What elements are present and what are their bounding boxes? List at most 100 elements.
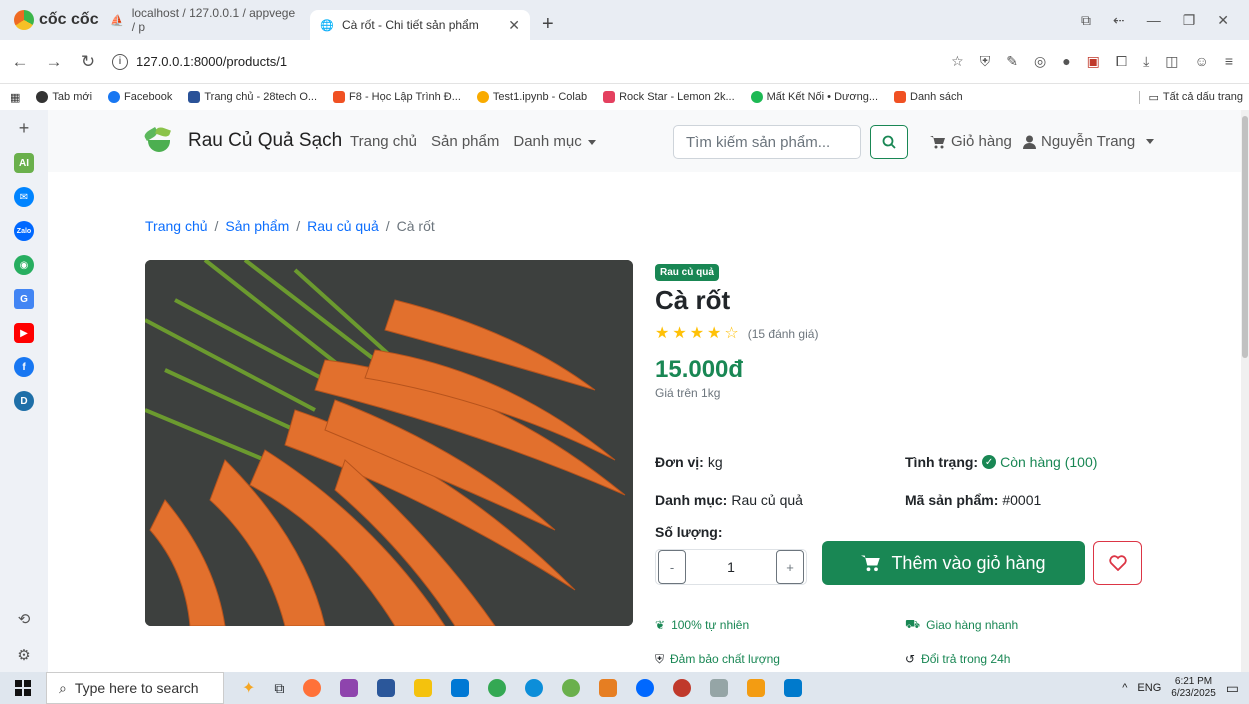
add-to-cart-button[interactable]: Thêm vào giỏ hàng [822,541,1085,585]
add-icon[interactable]: + [19,118,30,139]
category-value: Rau củ quả [731,492,803,508]
bookmark-item[interactable]: Facebook [108,91,172,103]
url-field[interactable]: i 127.0.0.1:8000/products/1 [112,53,937,70]
brush-icon[interactable] [710,679,729,697]
product-info-grid: Đơn vị: kg Tình trạng: ✓ Còn hàng (100) Dan… [655,443,1155,519]
compass-icon[interactable]: ◎ [1034,53,1046,70]
increase-button[interactable]: + [776,550,804,584]
messenger-icon[interactable]: ✉ [14,187,34,207]
back-list-icon[interactable]: ⇠ [1113,12,1125,29]
feature-text: Đổi trả trong 24h [921,652,1011,666]
close-tab-icon[interactable]: ✕ [508,17,520,34]
quantity-input[interactable]: 1 [688,559,774,575]
breadcrumb-separator: / [385,218,390,234]
nav-categories-dropdown[interactable]: Danh mục [513,133,596,150]
language-indicator[interactable]: ENG [1137,682,1161,694]
feature-text: Giao hàng nhanh [926,618,1019,632]
store-icon[interactable] [451,679,470,697]
new-tab-button[interactable]: + [530,13,566,36]
chevron-up-icon[interactable]: ^ [1122,682,1127,694]
back-icon[interactable]: ← [10,52,30,72]
cart-link[interactable]: Giỏ hàng [930,133,1012,150]
bookmark-item[interactable]: Trang chủ - 28tech O... [188,91,317,103]
browser-sidebar: + AI ✉ Zalo ◉ G ▶ f D ⟲ ⚙ [0,110,48,672]
site-info-icon[interactable]: i [112,53,128,70]
close-window-button[interactable]: ✕ [1217,12,1229,29]
notification-icon[interactable]: ▭ [1226,680,1239,697]
minimize-button[interactable]: — [1147,12,1161,29]
breadcrumb-category[interactable]: Rau củ quả [307,218,379,234]
bookmark-item[interactable]: Mất Kết Nối • Dương... [750,91,878,103]
cart-icon [861,555,881,572]
search-button[interactable] [870,125,908,159]
bookmark-item[interactable]: F8 - Học Lập Trình Đ... [333,91,461,103]
chrome-icon[interactable] [488,679,507,697]
facebook-icon[interactable]: f [14,357,34,377]
phpmyadmin-icon: ⛵ [110,14,124,27]
caret-down-icon [1146,139,1155,144]
tab-phpmyadmin[interactable]: ⛵ localhost / 127.0.0.1 / appvege / p [100,5,310,35]
nav-products[interactable]: Sản phẩm [431,133,499,150]
puzzle-icon[interactable]: ⧠ [1116,53,1127,70]
firefox-icon[interactable] [303,679,322,697]
bookmark-item[interactable]: Tab mới [36,91,92,103]
apps-grid-icon[interactable]: ▦ [10,91,20,104]
shield-icon[interactable]: ⛨ [980,53,991,70]
reload-icon[interactable]: ↻ [78,52,98,72]
youtube-icon[interactable]: ▶ [14,323,34,343]
site-brand[interactable]: Rau Củ Quả Sạch [142,125,342,154]
profile-icon[interactable]: ☺ [1195,53,1209,70]
page-scrollbar[interactable] [1241,110,1249,672]
eyedropper-icon[interactable]: ✎ [1006,53,1018,70]
all-bookmarks[interactable]: ▭ Tất cả dấu trang [1139,90,1249,104]
file-explorer-icon[interactable] [414,679,433,697]
bookmark-label: Facebook [124,91,173,103]
coccoc-icon[interactable] [562,679,581,697]
clock[interactable]: 6:21 PM 6/23/2025 [1171,676,1216,700]
leaf-icon: ❦ [655,618,666,632]
app-icon[interactable] [599,679,618,697]
start-button[interactable] [0,680,46,696]
photos-icon[interactable] [340,679,359,697]
search-input[interactable]: Tìm kiếm sản phẩm... [673,125,861,159]
user-dropdown[interactable]: Nguyễn Trang [1023,133,1155,150]
scrollbar-thumb[interactable] [1242,116,1248,358]
tab-product-detail[interactable]: 🌐 Cà rốt - Chi tiết sản phẩm ✕ [310,10,530,40]
zalo-icon[interactable] [636,679,655,697]
sparkle-icon[interactable]: ✦ [242,678,255,698]
settings-icon[interactable]: ⚙ [17,646,30,664]
sidebar-toggle-icon[interactable]: ◫ [1165,53,1178,70]
breadcrumb-products[interactable]: Sản phẩm [225,218,289,234]
bookmark-item[interactable]: Danh sách [894,91,963,103]
heart-icon [1108,555,1127,571]
extension-icon[interactable]: ● [1062,53,1070,70]
history-icon[interactable]: ⟲ [18,610,31,628]
breadcrumb-home[interactable]: Trang chủ [145,218,208,234]
d-app-icon[interactable]: D [14,391,34,411]
bookmark-item[interactable]: Rock Star - Lemon 2k... [603,91,735,103]
word-icon[interactable] [377,679,396,697]
url-text[interactable]: 127.0.0.1:8000/products/1 [136,54,287,69]
sku-label: Mã sản phẩm: [905,492,999,508]
taskbar-search[interactable]: ⌕ Type here to search [46,672,224,704]
zalo-icon[interactable]: Zalo [14,221,34,241]
vscode-icon[interactable] [784,679,803,697]
decrease-button[interactable]: - [658,550,686,584]
task-view-icon[interactable]: ⧉ [274,680,284,697]
screenshot-icon[interactable]: ⧉ [1081,12,1091,29]
restore-button[interactable]: ❐ [1183,12,1196,29]
game-icon[interactable]: ◉ [14,255,34,275]
translate-icon[interactable]: G [14,289,34,309]
download-icon[interactable]: ⤓ [1143,53,1149,70]
paint-icon[interactable] [673,679,692,697]
wishlist-button[interactable] [1093,541,1142,585]
bookmark-item[interactable]: Test1.ipynb - Colab [476,91,587,103]
edge-icon[interactable] [525,679,544,697]
forward-icon[interactable]: → [44,52,64,72]
bookmark-star-icon[interactable]: ☆ [951,53,964,70]
nav-home[interactable]: Trang chủ [350,133,417,150]
pdf-icon[interactable]: ▣ [1087,53,1100,70]
git-icon[interactable] [747,679,766,697]
menu-icon[interactable]: ≡ [1225,53,1233,70]
ai-icon[interactable]: AI [14,153,34,173]
